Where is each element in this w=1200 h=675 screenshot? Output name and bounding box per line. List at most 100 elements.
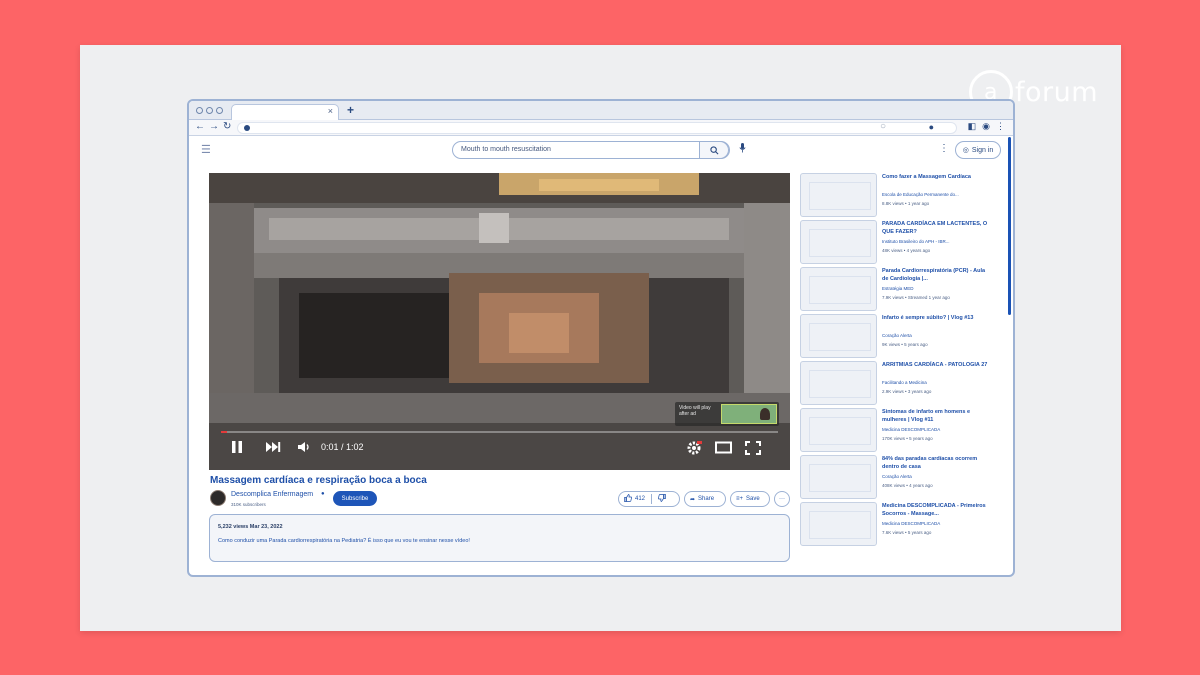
recommended-title[interactable]: ARRITMIAS CARDÍACA - PATOLOGIA 27 (882, 362, 992, 370)
like-count[interactable]: 412 (635, 496, 645, 502)
recommended-thumbnail[interactable] (800, 408, 877, 452)
share-label: Share (698, 496, 715, 502)
recommended-thumbnail[interactable] (800, 314, 877, 358)
share-button[interactable]: ➦ Share (684, 491, 726, 507)
recommended-channel[interactable]: Instituto Brasileiro do APH - IBR... (882, 239, 994, 244)
address-bar[interactable]: ○ ● (237, 121, 957, 134)
search-bar: Mouth to mouth resuscitation (452, 141, 730, 159)
bookmark-icon[interactable]: ○ (880, 121, 886, 132)
account-icon: ◎ (962, 147, 969, 154)
recommended-meta: 8.8K views • 1 year ago (882, 201, 930, 206)
recommended-video[interactable]: 84% das paradas cardíacas ocorrem dentro… (800, 455, 1000, 499)
channel-name-link[interactable]: Descomplica Enfermagem (231, 491, 313, 498)
description-box[interactable]: 5,232 views Mar 23, 2022 Como conduzir u… (209, 514, 790, 562)
extension-icon[interactable]: ● (929, 122, 934, 132)
recommended-video[interactable]: Parada Cardiorrespiratória (PCR) - Aula … (800, 267, 1000, 311)
recommended-title[interactable]: PARADA CARDÍACA EM LACTENTES, O QUE FAZE… (882, 221, 992, 236)
recommended-video[interactable]: Como fazer a Massagem Cardíaca Escola de… (800, 173, 1000, 217)
recommended-thumbnail[interactable] (800, 361, 877, 405)
recommended-channel[interactable]: Medicina DESCOMPLICADA (882, 521, 994, 526)
browser-nav-bar: ← → ↻ ○ ● ◧ ◉ ⋮ (189, 120, 1013, 136)
recommended-channel[interactable]: Medicina DESCOMPLICADA (882, 427, 994, 432)
recommended-meta: 7.9K views • Streamed 1 year ago (882, 295, 950, 300)
channel-avatar[interactable] (210, 490, 226, 506)
browser-toolbar-icons: ◧ ◉ ⋮ (968, 121, 1005, 132)
up-next-text: Video will play after ad (679, 405, 711, 418)
recommended-video[interactable]: Sintomas de infarto em homens e mulheres… (800, 408, 1000, 452)
sign-in-button[interactable]: ◎ Sign in (955, 141, 1001, 159)
up-next-thumbnail (721, 404, 777, 424)
recommended-channel[interactable]: Facilitando a Medicina (882, 380, 994, 385)
recommended-title[interactable]: Infarto é sempre súbito? | Vlog #13 (882, 315, 992, 323)
recommended-thumbnail[interactable] (800, 173, 877, 217)
search-input[interactable]: Mouth to mouth resuscitation (461, 146, 551, 153)
recommended-title[interactable]: Parada Cardiorrespiratória (PCR) - Aula … (882, 268, 992, 283)
forward-arrow-icon[interactable]: → (209, 121, 219, 132)
microphone-icon[interactable] (739, 143, 746, 156)
recommended-channel[interactable]: Escola de Educação Permanente do... (882, 192, 994, 197)
hamburger-menu-icon[interactable]: ☰ (201, 143, 211, 156)
recommended-title[interactable]: 84% das paradas cardíacas ocorrem dentro… (882, 456, 992, 471)
progress-fill (221, 431, 227, 433)
browser-window: × + ← → ↻ ○ ● ◧ ◉ ⋮ ☰ Mouth to mouth res… (187, 99, 1015, 577)
recommended-video[interactable]: Infarto é sempre súbito? | Vlog #13 Cora… (800, 314, 1000, 358)
recommended-title[interactable]: Medicina DESCOMPLICADA - Primeiros Socor… (882, 503, 992, 518)
site-info-icon[interactable] (244, 125, 250, 131)
time-display: 0:01 / 1:02 (321, 442, 364, 452)
recommended-title[interactable]: Sintomas de infarto em homens e mulheres… (882, 409, 992, 424)
profile-icon[interactable]: ◉ (982, 121, 990, 132)
recommended-channel[interactable]: Coração Alerta (882, 333, 994, 338)
verified-badge-icon: ● (321, 491, 325, 497)
thumbs-up-icon[interactable] (624, 494, 632, 504)
like-dislike-group: 412 (618, 491, 680, 507)
new-tab-button[interactable]: + (347, 103, 354, 117)
more-actions-button[interactable]: ··· (774, 491, 790, 507)
browser-tab[interactable]: × (231, 104, 339, 120)
recommended-thumbnail[interactable] (800, 267, 877, 311)
recommended-meta: 9K views • 5 years ago (882, 342, 928, 347)
back-arrow-icon[interactable]: ← (195, 121, 205, 132)
volume-icon[interactable] (297, 441, 311, 456)
theater-mode-icon[interactable] (715, 441, 732, 457)
page-scrollbar[interactable] (1008, 137, 1011, 315)
close-window-button[interactable] (196, 107, 203, 114)
description-text: Como conduzir uma Parada cardiorrespirat… (218, 538, 470, 544)
browser-menu-icon[interactable]: ⋮ (996, 121, 1005, 132)
video-player[interactable]: Video will play after ad 0:01 / 1:02 (209, 173, 790, 470)
reload-icon[interactable]: ↻ (223, 121, 231, 132)
like-divider (651, 494, 653, 504)
video-title: Massagem cardíaca e respiração boca a bo… (210, 475, 427, 486)
minimize-window-button[interactable] (206, 107, 213, 114)
window-controls (196, 107, 223, 114)
maximize-window-button[interactable] (216, 107, 223, 114)
search-button[interactable] (699, 141, 729, 159)
recommended-meta: 2.9K views • 3 years ago (882, 389, 932, 394)
fullscreen-icon[interactable] (745, 441, 761, 458)
more-icon: ··· (779, 496, 785, 502)
progress-bar[interactable] (221, 431, 778, 433)
brand-logo-text: forum (1015, 76, 1099, 108)
save-button[interactable]: ≡+ Save (730, 491, 770, 507)
subscribe-button[interactable]: Subscribe (333, 491, 377, 506)
next-video-icon[interactable] (265, 441, 281, 456)
recommended-channel[interactable]: Coração Alerta (882, 474, 994, 479)
settings-gear-icon[interactable] (686, 440, 702, 459)
save-playlist-icon: ≡+ (736, 496, 744, 502)
recommended-channel[interactable]: Estratégia MED (882, 286, 994, 291)
recommended-title[interactable]: Como fazer a Massagem Cardíaca (882, 174, 992, 182)
sidebar-toggle-icon[interactable]: ◧ (968, 121, 977, 132)
recommended-meta: 408K views • 4 years ago (882, 483, 933, 488)
recommended-thumbnail[interactable] (800, 502, 877, 546)
recommended-thumbnail[interactable] (800, 220, 877, 264)
recommended-video[interactable]: Medicina DESCOMPLICADA - Primeiros Socor… (800, 502, 1000, 546)
up-next-preview[interactable]: Video will play after ad (675, 402, 779, 426)
pause-icon[interactable] (231, 440, 243, 457)
recommended-thumbnail[interactable] (800, 455, 877, 499)
thumbs-down-icon[interactable] (658, 494, 666, 504)
sign-in-label: Sign in (971, 146, 994, 154)
tab-close-icon[interactable]: × (328, 106, 333, 116)
recommended-video[interactable]: PARADA CARDÍACA EM LACTENTES, O QUE FAZE… (800, 220, 1000, 264)
recommended-meta: 48K views • 4 years ago (882, 248, 931, 253)
recommended-video[interactable]: ARRITMIAS CARDÍACA - PATOLOGIA 27 Facili… (800, 361, 1000, 405)
settings-menu-icon[interactable]: ⋮ (939, 143, 949, 154)
